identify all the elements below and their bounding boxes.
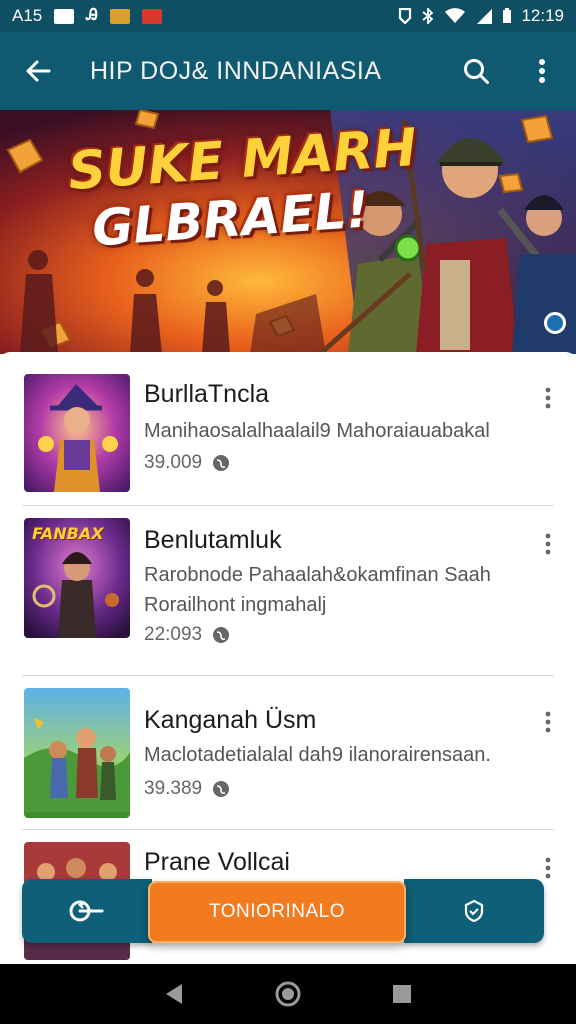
game-count: 22:093 <box>144 624 203 645</box>
status-clock: 12:19 <box>521 6 564 25</box>
vpn-icon <box>399 8 412 24</box>
bluetooth-icon <box>422 8 434 24</box>
list-item[interactable]: Kanganah Üsm Maclotadetialalal dah9 ilan… <box>0 676 576 830</box>
app-notification-icon <box>109 8 130 24</box>
list-item[interactable]: FANBAX Benlutamluk Rarobnode Pahaalah&ok… <box>0 506 576 676</box>
featured-banner[interactable]: SUKE MARH GLBRAEL! <box>0 110 576 354</box>
globe-icon <box>213 455 230 471</box>
game-count: 39.009 <box>144 452 203 473</box>
list-item[interactable]: BurllaTncla Manihaosalalhaalail9 Mahorai… <box>0 352 576 506</box>
wifi-icon <box>445 8 466 23</box>
globe-icon <box>213 627 230 643</box>
page-title: HIP DOJ& INNDANIASIA <box>90 56 382 85</box>
status-time: A15 <box>12 6 43 25</box>
more-vertical-icon[interactable] <box>540 710 556 734</box>
status-bar: A15 Ꭿ 12:19 <box>0 0 576 32</box>
globe-icon <box>213 781 230 797</box>
search-icon <box>464 59 489 84</box>
home-circle-icon[interactable] <box>274 980 302 1008</box>
game-description: Rarobnode Pahaalah&okamfinan Saah <box>144 564 491 586</box>
thumbnail-label: FANBAX <box>32 524 104 543</box>
back-button[interactable] <box>20 53 56 89</box>
game-meta: 22:093 <box>144 624 230 646</box>
more-vertical-icon[interactable] <box>540 386 556 410</box>
game-meta: 39.009 <box>144 452 230 474</box>
video-notification-icon <box>141 8 162 24</box>
back-triangle-icon[interactable] <box>163 982 185 1006</box>
search-button[interactable] <box>458 53 494 89</box>
game-description: Manihaosalalhaalail9 Mahoraiauabakal <box>144 420 490 442</box>
game-count: 39.389 <box>144 778 203 799</box>
adventure-artwork <box>24 688 130 818</box>
game-thumbnail <box>24 688 130 818</box>
overflow-menu-button[interactable] <box>524 53 560 89</box>
recents-square-icon[interactable] <box>391 983 413 1005</box>
wizard-artwork <box>24 374 130 492</box>
system-nav-bar <box>0 964 576 1024</box>
game-thumbnail: FANBAX <box>24 518 130 638</box>
game-list: BurllaTncla Manihaosalalhaalail9 Mahorai… <box>0 352 576 964</box>
refresh-key-icon <box>69 900 104 922</box>
game-description: Maclotadetialalal dah9 ilanorairensaan. <box>144 744 491 766</box>
primary-action-button[interactable]: TONIORINALO <box>148 881 406 943</box>
game-meta: 39.389 <box>144 778 230 800</box>
game-title: Kanganah Üsm <box>144 706 317 734</box>
game-title: Prane Vollcai <box>144 848 290 876</box>
game-title: Benlutamluk <box>144 526 282 554</box>
shield-icon <box>464 899 484 923</box>
more-vertical-icon <box>539 59 545 83</box>
shield-button[interactable] <box>404 879 544 943</box>
game-description-line-2: Rorailhont ingmahalj <box>144 594 327 616</box>
battery-icon <box>503 8 512 23</box>
arrow-left-icon <box>26 60 51 82</box>
gallery-notification-icon <box>54 8 75 24</box>
banner-page-indicator[interactable] <box>544 312 566 334</box>
more-vertical-icon[interactable] <box>540 532 556 556</box>
app-bar: HIP DOJ& INNDANIASIA <box>0 32 576 110</box>
game-title: BurllaTncla <box>144 380 270 408</box>
aa-notification-icon: Ꭿ <box>86 7 98 24</box>
bottom-action-bar: TONIORINALO <box>22 877 544 945</box>
game-thumbnail <box>24 374 130 492</box>
signal-icon <box>477 9 493 24</box>
refresh-button[interactable] <box>22 879 152 943</box>
